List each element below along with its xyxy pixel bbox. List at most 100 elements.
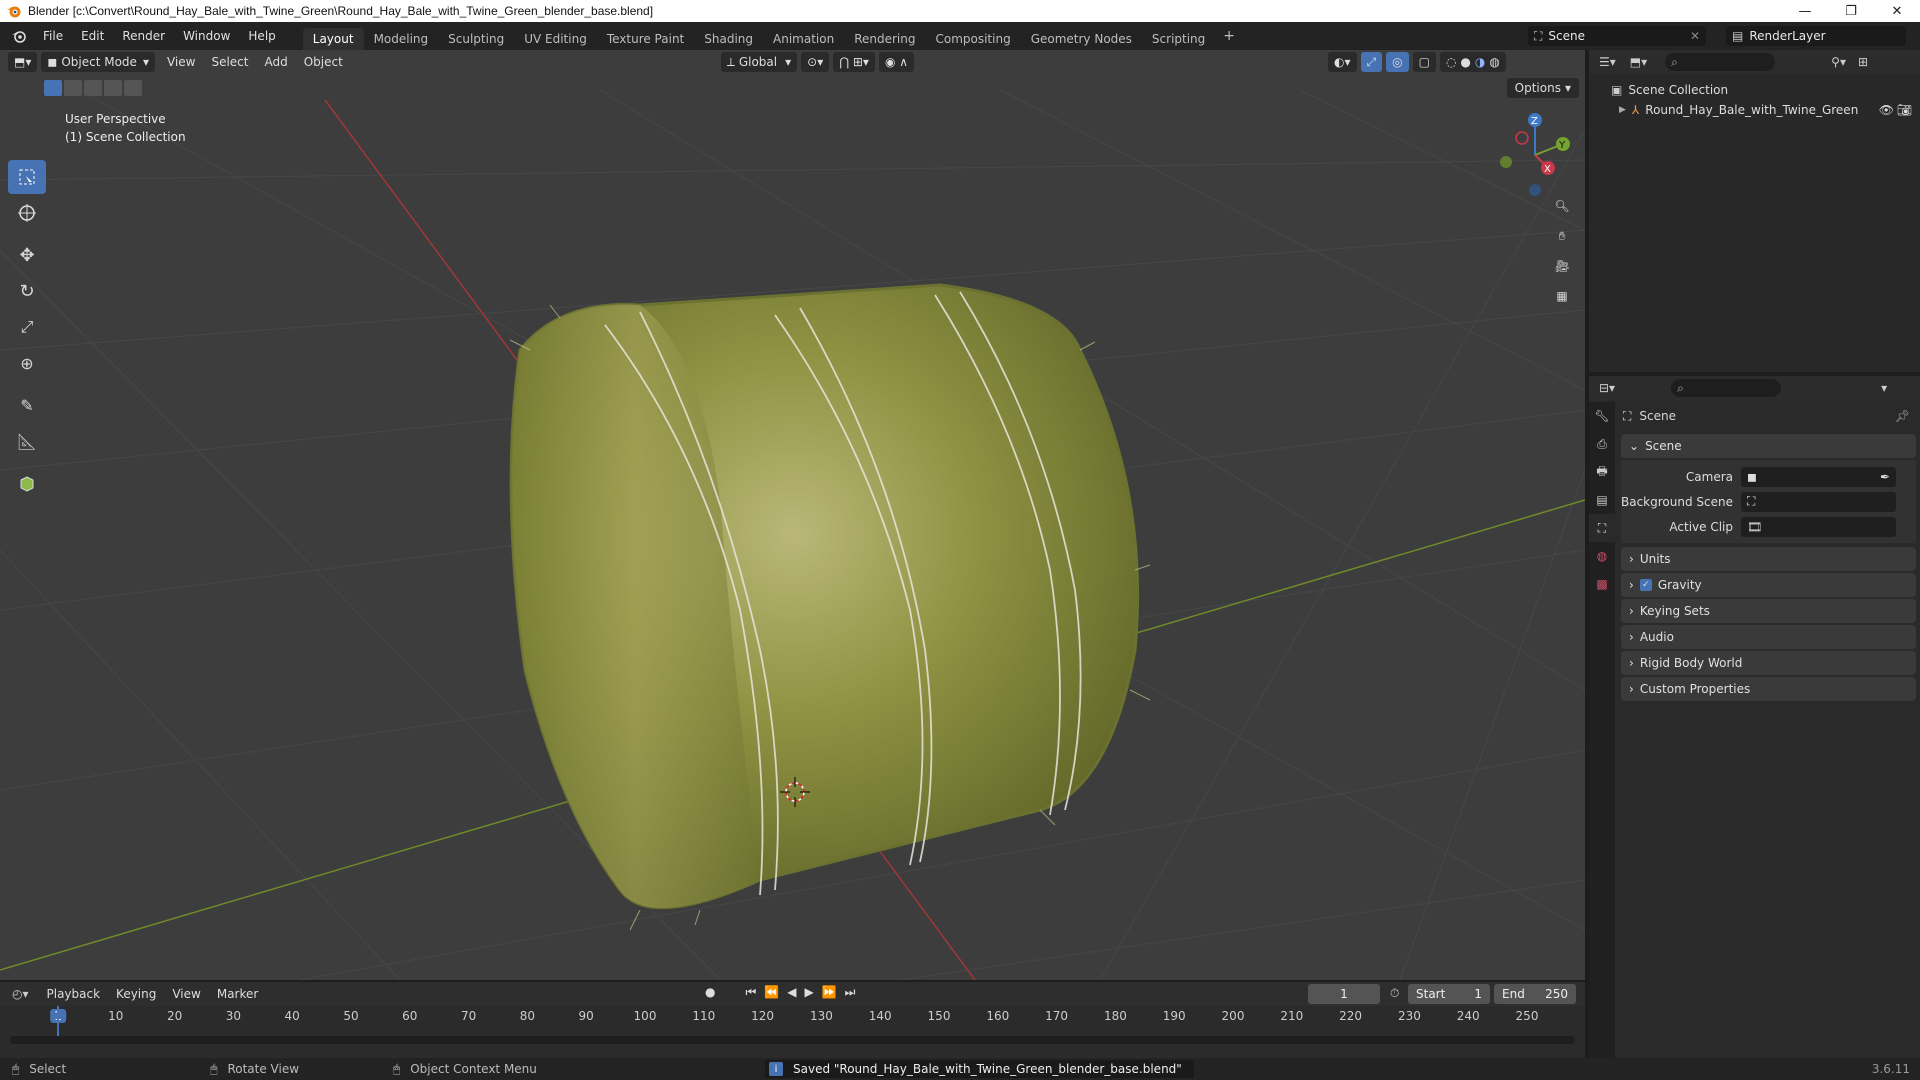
viewport-menu-select[interactable]: Select xyxy=(203,55,256,69)
viewport-menu-object[interactable]: Object xyxy=(296,55,351,69)
play-icon[interactable]: ▶ xyxy=(804,985,813,1000)
overlay-toggle-button[interactable]: ◎ xyxy=(1386,52,1409,72)
select-extend-icon[interactable] xyxy=(64,80,82,96)
tab-scripting[interactable]: Scripting xyxy=(1142,28,1215,50)
tab-render[interactable]: ⎙ xyxy=(1589,430,1615,458)
active-clip-field[interactable]: 🎞︎ xyxy=(1741,516,1896,537)
outliner-editor-icon[interactable]: ☰▾ xyxy=(1599,55,1616,69)
tab-tool[interactable]: 🔧︎ xyxy=(1589,402,1615,430)
tab-layout[interactable]: Layout xyxy=(302,28,364,50)
properties-editor-icon[interactable]: ⊟▾ xyxy=(1599,381,1615,395)
camera-field[interactable]: ◼ ✒ xyxy=(1741,466,1896,487)
timeline-menu-playback[interactable]: Playback xyxy=(39,987,109,1001)
solid-icon[interactable]: ● xyxy=(1460,55,1470,69)
outliner-row-object[interactable]: ▶ ⅄ Round_Hay_Bale_with_Twine_Green 👁︎ 📷… xyxy=(1589,100,1920,120)
maximize-button[interactable]: ❐ xyxy=(1828,0,1874,22)
scale-tool[interactable]: ⤢ xyxy=(8,310,46,344)
3d-viewport[interactable]: ⬒▾ ◼ Object Mode ▾ View Select Add Objec… xyxy=(0,50,1585,980)
tab-view-layer[interactable]: ▤ xyxy=(1589,486,1615,514)
tab-texture[interactable]: ▩ xyxy=(1589,570,1615,598)
cursor-tool[interactable] xyxy=(8,196,46,230)
proportional-edit-button[interactable]: ◉ ∧ xyxy=(878,52,915,72)
pan-view-button[interactable]: ✋︎ xyxy=(1548,222,1576,250)
close-icon[interactable]: ✕ xyxy=(1690,29,1700,43)
timeline-menu-keying[interactable]: Keying xyxy=(108,987,164,1001)
material-preview-icon[interactable]: ◑ xyxy=(1475,55,1485,69)
eyedropper-icon[interactable]: ✒ xyxy=(1880,470,1890,484)
tab-rendering[interactable]: Rendering xyxy=(844,28,925,50)
snap-button[interactable]: ⋂ ⊞▾ xyxy=(833,52,875,72)
new-collection-icon[interactable]: ⊞ xyxy=(1858,55,1868,69)
chevron-down-icon[interactable]: ▾ xyxy=(1881,381,1887,395)
timeline-ruler[interactable]: 1102030405060708090100110120130140150160… xyxy=(0,1006,1585,1028)
play-reverse-icon[interactable]: ◀ xyxy=(787,985,796,1000)
prev-keyframe-icon[interactable]: ⏪ xyxy=(764,985,779,1000)
playhead[interactable] xyxy=(57,1006,59,1040)
select-box-tool[interactable] xyxy=(8,160,46,194)
timeline-editor-icon[interactable]: ◴▾ xyxy=(12,987,29,1001)
select-subtract-icon[interactable] xyxy=(84,80,102,96)
record-icon[interactable]: ● xyxy=(705,985,715,1000)
tab-shading[interactable]: Shading xyxy=(694,28,763,50)
tab-compositing[interactable]: Compositing xyxy=(925,28,1020,50)
select-mode-buttons[interactable] xyxy=(44,80,142,96)
menu-render[interactable]: Render xyxy=(113,22,174,50)
tab-sculpting[interactable]: Sculpting xyxy=(438,28,514,50)
menu-file[interactable]: File xyxy=(34,22,72,50)
end-frame-field[interactable]: End 250 xyxy=(1494,984,1576,1004)
viewport-menu-add[interactable]: Add xyxy=(256,55,295,69)
add-cube-tool[interactable] xyxy=(8,466,46,500)
jump-start-icon[interactable]: ⏮ xyxy=(745,985,756,1000)
viewport-menu-view[interactable]: View xyxy=(159,55,203,69)
next-keyframe-icon[interactable]: ⏩ xyxy=(822,985,837,1000)
xray-button[interactable]: ▢ xyxy=(1412,52,1436,72)
properties-search-input[interactable]: ⌕ xyxy=(1671,379,1782,397)
tab-animation[interactable]: Animation xyxy=(763,28,844,50)
viewport-scene[interactable] xyxy=(0,50,1585,980)
mode-dropdown[interactable]: ◼ Object Mode ▾ xyxy=(41,52,155,72)
timeline-menu-marker[interactable]: Marker xyxy=(209,987,266,1001)
eye-icon[interactable]: 👁︎ xyxy=(1879,103,1894,117)
ortho-toggle-button[interactable]: ▦ xyxy=(1548,282,1576,310)
navigation-gizmo[interactable]: Z Y X xyxy=(1490,110,1580,200)
gizmo-toggle-button[interactable]: ⤢ xyxy=(1360,52,1383,72)
wireframe-icon[interactable]: ◌ xyxy=(1446,55,1456,69)
transform-tool[interactable]: ⊕ xyxy=(8,346,46,380)
panel-gravity[interactable]: › ✓ Gravity xyxy=(1621,573,1916,597)
menu-window[interactable]: Window xyxy=(174,22,239,50)
tab-output[interactable]: 🖶︎ xyxy=(1589,458,1615,486)
select-intersect-icon[interactable] xyxy=(124,80,142,96)
panel-audio[interactable]: › Audio xyxy=(1621,625,1916,649)
background-scene-field[interactable]: ⛶ xyxy=(1741,491,1896,512)
rendered-icon[interactable]: ◍ xyxy=(1489,55,1499,69)
pivot-point-button[interactable]: ⊙▾ xyxy=(801,52,830,72)
visibility-button[interactable]: ◐▾ xyxy=(1328,52,1357,72)
close-button[interactable]: ✕ xyxy=(1874,0,1920,22)
rotate-tool[interactable]: ↻ xyxy=(8,274,46,308)
outliner-search-input[interactable]: ⌕ xyxy=(1665,53,1776,71)
tab-world[interactable]: ◍ xyxy=(1589,542,1615,570)
tab-scene[interactable]: ⛶ xyxy=(1589,514,1615,542)
timeline-scrollbar[interactable] xyxy=(10,1036,1575,1044)
scene-selector[interactable]: ⛶ Scene ✕ xyxy=(1528,26,1706,46)
tab-geometry-nodes[interactable]: Geometry Nodes xyxy=(1021,28,1142,50)
current-frame-field[interactable]: 1 xyxy=(1308,984,1380,1004)
display-mode-icon[interactable]: ⬒▾ xyxy=(1630,55,1647,69)
minimize-button[interactable]: — xyxy=(1782,0,1828,22)
panel-rigid-body-world[interactable]: › Rigid Body World xyxy=(1621,651,1916,675)
menu-edit[interactable]: Edit xyxy=(72,22,113,50)
blender-menu-icon[interactable] xyxy=(10,28,28,44)
stopwatch-icon[interactable]: ⏱ xyxy=(1390,986,1399,1001)
tab-modeling[interactable]: Modeling xyxy=(364,28,439,50)
measure-tool[interactable]: 📐︎ xyxy=(8,424,46,458)
gravity-checkbox[interactable]: ✓ xyxy=(1639,579,1652,591)
panel-scene-header[interactable]: ⌄ Scene xyxy=(1621,434,1916,458)
options-dropdown[interactable]: Options ▾ xyxy=(1506,78,1579,98)
camera-view-button[interactable]: 🎥︎ xyxy=(1548,252,1576,280)
annotate-tool[interactable]: ✎ xyxy=(8,388,46,422)
view-layer-selector[interactable]: ▤ RenderLayer xyxy=(1726,26,1906,46)
tab-texture-paint[interactable]: Texture Paint xyxy=(597,28,694,50)
zoom-view-button[interactable]: 🔍︎ xyxy=(1548,192,1576,220)
shading-mode-group[interactable]: ◌ ● ◑ ◍ xyxy=(1439,52,1506,72)
panel-units[interactable]: › Units xyxy=(1621,547,1916,571)
